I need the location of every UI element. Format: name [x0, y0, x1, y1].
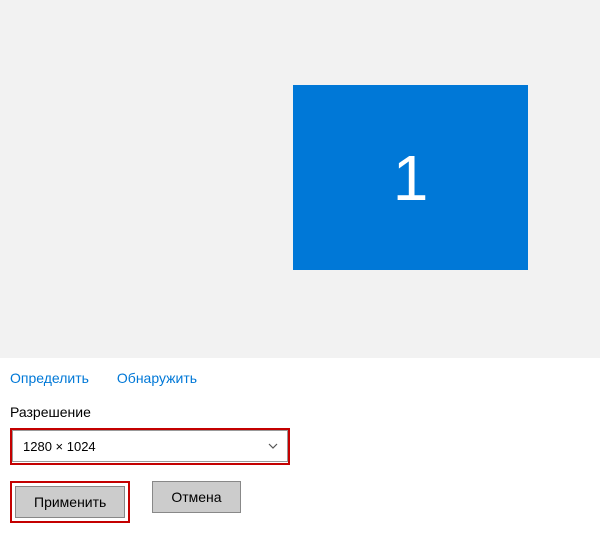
monitor-number: 1: [393, 141, 429, 215]
detect-link[interactable]: Обнаружить: [117, 370, 197, 386]
resolution-selected-value: 1280 × 1024: [23, 439, 96, 454]
monitor-tile-1[interactable]: 1: [293, 85, 528, 270]
settings-content: Определить Обнаружить Разрешение 1280 × …: [0, 358, 600, 523]
action-buttons-row: Применить Отмена: [10, 481, 590, 523]
display-preview-area: 1: [0, 0, 600, 358]
resolution-label: Разрешение: [10, 404, 590, 420]
apply-button-highlight: Применить: [10, 481, 130, 523]
chevron-down-icon: [267, 440, 279, 452]
display-action-links: Определить Обнаружить: [10, 370, 590, 386]
cancel-button[interactable]: Отмена: [152, 481, 240, 513]
apply-button[interactable]: Применить: [15, 486, 125, 518]
resolution-dropdown-highlight: 1280 × 1024: [10, 428, 290, 465]
resolution-dropdown[interactable]: 1280 × 1024: [12, 430, 288, 462]
identify-link[interactable]: Определить: [10, 370, 89, 386]
